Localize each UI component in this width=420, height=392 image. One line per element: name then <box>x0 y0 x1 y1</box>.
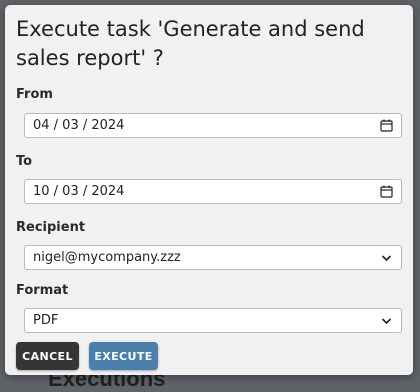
execute-button[interactable]: EXECUTE <box>89 342 158 370</box>
calendar-icon[interactable] <box>378 184 394 200</box>
chevron-down-icon <box>378 250 394 266</box>
from-date-value: 04 / 03 / 2024 <box>33 118 125 133</box>
recipient-label: Recipient <box>16 220 86 235</box>
from-date-input[interactable]: 04 / 03 / 2024 <box>24 113 402 138</box>
to-date-value: 10 / 03 / 2024 <box>33 184 125 199</box>
dialog-title: Execute task 'Generate and send sales re… <box>16 17 365 70</box>
to-date-input[interactable]: 10 / 03 / 2024 <box>24 179 402 204</box>
chevron-down-icon <box>378 313 394 329</box>
recipient-select[interactable]: nigel@mycompany.zzz <box>24 245 402 270</box>
format-select[interactable]: PDF <box>24 308 402 333</box>
execute-task-dialog: Execute task 'Generate and send sales re… <box>5 5 413 375</box>
format-label: Format <box>16 283 69 298</box>
from-label: From <box>16 87 53 102</box>
format-value: PDF <box>33 313 59 328</box>
to-label: To <box>16 154 33 169</box>
cancel-button[interactable]: CANCEL <box>16 342 79 370</box>
recipient-value: nigel@mycompany.zzz <box>33 250 181 265</box>
calendar-icon[interactable] <box>378 118 394 134</box>
